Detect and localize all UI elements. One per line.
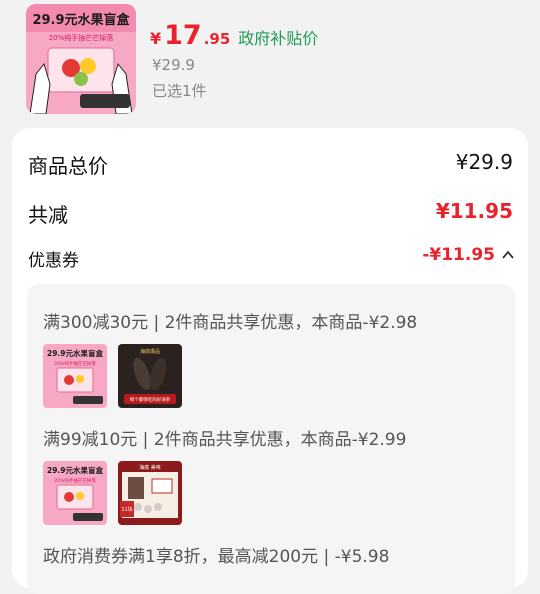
coupon-item-sea-cucumber[interactable]: 海底爆品 每个都够吃的好海参 (118, 344, 182, 408)
product-image[interactable]: 29.9元水果盲盒 20%纯手抽芒芒掉落 (26, 4, 136, 114)
selected-quantity: 已选1件 (152, 82, 207, 100)
price-integer: 17 (164, 20, 202, 51)
coupon-item-fruit-box[interactable]: 29.9元水果盲盒 20%纯手抽芒芒掉落 (43, 344, 107, 408)
svg-text:29.9元水果盲盒: 29.9元水果盲盒 (47, 348, 104, 358)
svg-text:海底爆品: 海底爆品 (140, 348, 160, 355)
svg-text:29.9元水果盲盒: 29.9元水果盲盒 (47, 465, 104, 475)
coupon-rule-2: 满99减10元 | 2件商品共享优惠，本商品-¥2.99 (43, 430, 407, 450)
coupon-value: -¥11.95 (422, 245, 495, 265)
svg-text:11块: 11块 (121, 506, 132, 513)
product-header: 29.9元水果盲盒 20%纯手抽芒芒掉落 ¥ 17 .95 政府补贴价 ¥29.… (0, 0, 540, 128)
coupon-rule-1: 满300减30元 | 2件商品共享优惠，本商品-¥2.98 (43, 313, 418, 333)
coupon-item-gift-box[interactable]: 海底 美味 11块 (118, 461, 182, 525)
svg-text:20%纯手抽芒芒掉落: 20%纯手抽芒芒掉落 (54, 360, 96, 367)
thumb-subtitle: 20%纯手抽芒芒掉落 (49, 33, 114, 42)
coupon-item-fruit-box-2[interactable]: 29.9元水果盲盒 20%纯手抽芒芒掉落 (43, 461, 107, 525)
coupon-detail-box: 满300减30元 | 2件商品共享优惠，本商品-¥2.98 29.9元水果盲盒 … (27, 284, 515, 594)
total-price-label: 商品总价 (28, 154, 108, 178)
thumb-title: 29.9元水果盲盒 (32, 12, 130, 28)
total-price-value: ¥29.9 (455, 150, 513, 174)
svg-text:每个都够吃的好海参: 每个都够吃的好海参 (130, 396, 171, 403)
chevron-up-icon (502, 250, 514, 259)
coupon-rule-3: 政府消费券满1享8折，最高减200元 | -¥5.98 (43, 547, 390, 567)
price-row: ¥ 17 .95 政府补贴价 (150, 20, 318, 51)
original-price: ¥29.9 (152, 56, 195, 74)
svg-text:20%纯手抽芒芒掉落: 20%纯手抽芒芒掉落 (54, 477, 96, 484)
subsidy-label: 政府补贴价 (238, 29, 319, 48)
reduce-label: 共减 (28, 203, 68, 227)
svg-text:海底 美味: 海底 美味 (139, 464, 161, 471)
coupon-label: 优惠券 (28, 251, 79, 271)
coupon-toggle[interactable]: -¥11.95 (422, 245, 515, 265)
price-detail-card: 商品总价 ¥29.9 共减 ¥11.95 优惠券 -¥11.95 满300减30… (12, 128, 528, 594)
reduce-value: ¥11.95 (435, 199, 513, 223)
price-currency: ¥ (150, 29, 162, 48)
price-decimal: .95 (203, 30, 231, 48)
